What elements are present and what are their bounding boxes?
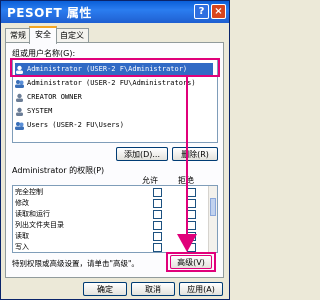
close-button[interactable]: × <box>211 4 226 19</box>
permission-name: 修改 <box>15 199 29 207</box>
security-panel: 组或用户名称(G): Administrator (USER-2 F\Admin… <box>5 42 224 278</box>
list-item[interactable]: Administrator (USER-2 FU\Administrators) <box>15 77 196 90</box>
deny-checkbox[interactable] <box>187 210 196 219</box>
permissions-label: Administrator 的权限(P) <box>12 166 105 175</box>
remove-button[interactable]: 删除(R) <box>172 147 218 161</box>
permission-name: 读取 <box>15 232 29 240</box>
highlight-user-box <box>10 58 220 77</box>
permissions-scrollbar[interactable] <box>208 186 217 252</box>
advanced-note: 特别权限或高级设置，请单击"高级"。 <box>12 259 139 268</box>
deny-checkbox[interactable] <box>187 221 196 230</box>
permission-name: 列出文件夹目录 <box>15 221 64 229</box>
table-row: 修改 <box>15 198 215 209</box>
list-item[interactable]: CREATOR OWNER <box>15 91 82 104</box>
allow-checkbox[interactable] <box>153 188 162 197</box>
user-icon <box>15 107 24 116</box>
table-row: 列出文件夹目录 <box>15 220 215 231</box>
permission-name: 完全控制 <box>15 188 43 196</box>
group-icon <box>15 79 24 88</box>
scrollbar-thumb[interactable] <box>210 198 216 216</box>
group-icon <box>15 121 24 130</box>
allow-checkbox[interactable] <box>153 243 162 252</box>
add-button[interactable]: 添加(D)... <box>116 147 168 161</box>
permission-name: 写入 <box>15 243 29 251</box>
ok-button[interactable]: 确定 <box>83 282 127 296</box>
table-row: 完全控制 <box>15 187 215 198</box>
dialog-footer: 确定 取消 应用(A) <box>1 281 229 299</box>
user-icon <box>15 93 24 102</box>
user-name: Administrator (USER-2 FU\Administrators) <box>27 79 196 87</box>
highlight-advanced-box <box>166 252 216 272</box>
tab-general[interactable]: 常规 <box>5 28 31 42</box>
permission-name: 读取和运行 <box>15 210 50 218</box>
table-row: 读取和运行 <box>15 209 215 220</box>
list-item[interactable]: SYSTEM <box>15 105 52 118</box>
window-title: PESOFT 属性 <box>7 6 92 20</box>
title-bar[interactable]: PESOFT 属性 ? × <box>1 1 229 23</box>
allow-checkbox[interactable] <box>153 232 162 241</box>
deny-checkbox[interactable] <box>187 188 196 197</box>
user-name: Users (USER-2 FU\Users) <box>27 121 124 129</box>
arrow-head-icon <box>177 234 197 252</box>
list-item[interactable]: Users (USER-2 FU\Users) <box>15 119 124 132</box>
allow-checkbox[interactable] <box>153 221 162 230</box>
deny-checkbox[interactable] <box>187 199 196 208</box>
cancel-button[interactable]: 取消 <box>131 282 175 296</box>
arrow-line-vertical <box>186 77 188 237</box>
help-button[interactable]: ? <box>194 4 209 19</box>
allow-checkbox[interactable] <box>153 199 162 208</box>
tab-security[interactable]: 安全 <box>29 26 57 44</box>
apply-button[interactable]: 应用(A) <box>179 282 223 296</box>
user-name: CREATOR OWNER <box>27 93 82 101</box>
properties-window: PESOFT 属性 ? × 常规 安全 自定义 组或用户名称(G): Admin… <box>0 0 230 300</box>
user-name: SYSTEM <box>27 107 53 115</box>
tab-custom[interactable]: 自定义 <box>55 28 89 42</box>
allow-checkbox[interactable] <box>153 210 162 219</box>
